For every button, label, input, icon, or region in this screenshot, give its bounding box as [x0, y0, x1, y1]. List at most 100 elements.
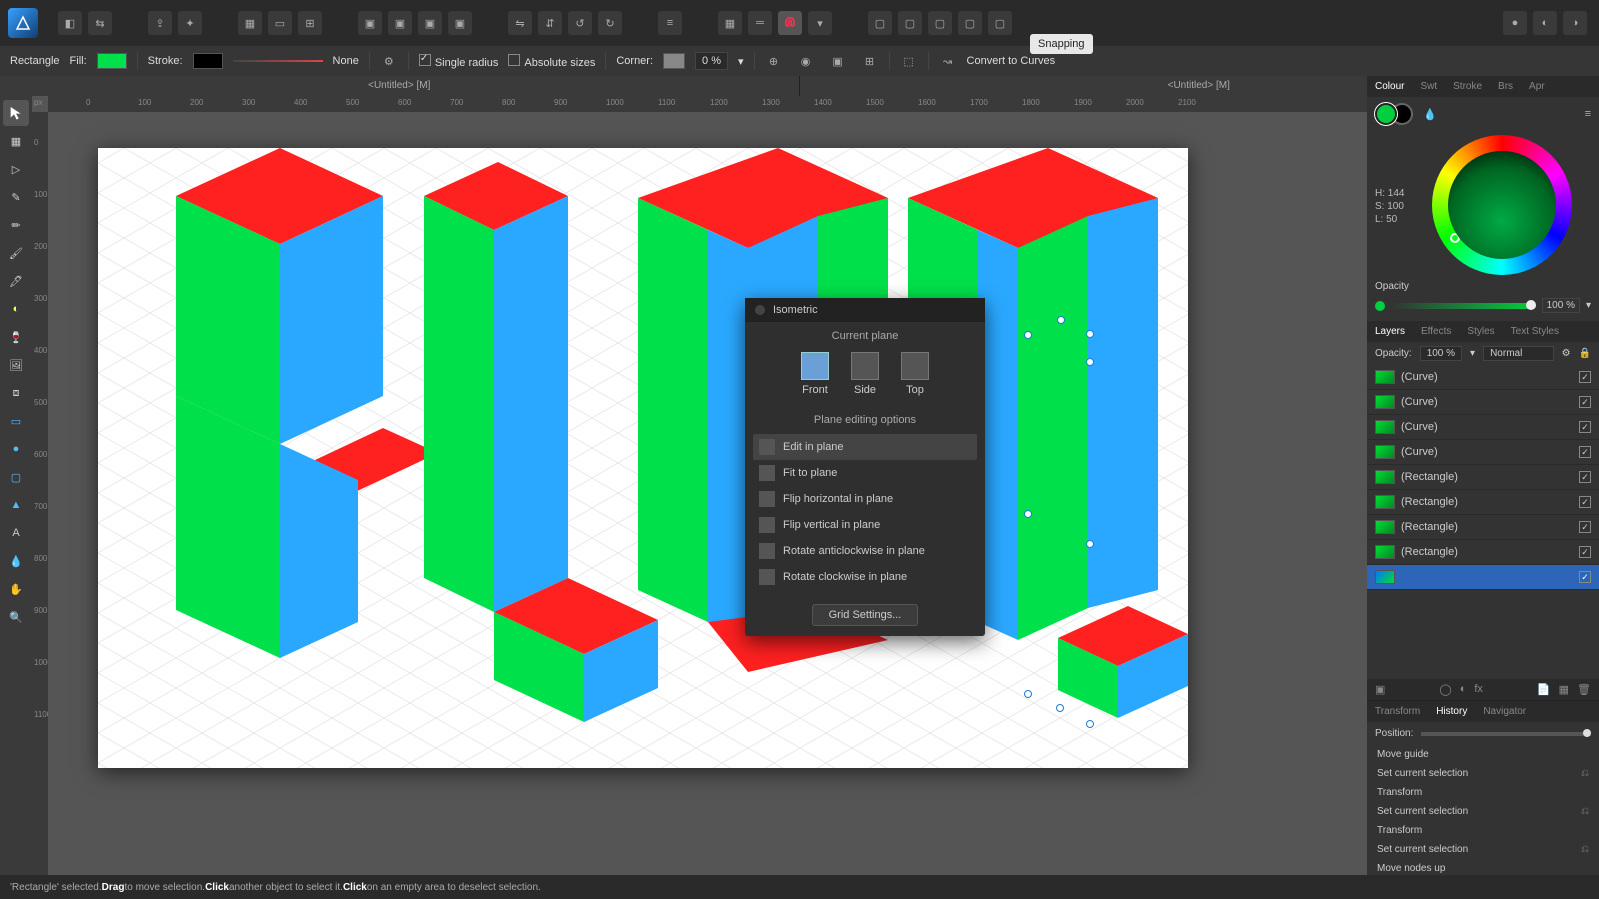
upload-icon[interactable]: ⇪ — [148, 11, 172, 35]
bool-add-icon[interactable]: ▢ — [868, 11, 892, 35]
account-icon[interactable]: ● — [1503, 11, 1527, 35]
fill-swatch[interactable] — [97, 53, 127, 69]
opt-rotate-ccw[interactable]: Rotate anticlockwise in plane — [753, 538, 977, 564]
show-handles-icon[interactable]: ◉ — [797, 52, 815, 70]
history-item[interactable]: Set current selection⎌ — [1367, 840, 1599, 859]
arrange-front-icon[interactable]: ▣ — [358, 11, 382, 35]
adjustment-icon[interactable]: ◐ — [1460, 683, 1467, 696]
node-handle[interactable] — [1056, 704, 1064, 712]
pixel-grid-icon[interactable]: ▦ — [718, 11, 742, 35]
gear-icon[interactable]: ⚙ — [380, 52, 398, 70]
tab-appearance[interactable]: Apr — [1521, 76, 1553, 97]
layer-row[interactable]: (Rectangle)✓ — [1367, 540, 1599, 565]
tab-history[interactable]: History — [1428, 701, 1475, 722]
new-layer-icon[interactable]: 📄 — [1537, 683, 1551, 696]
layer-row[interactable]: (Rectangle)✓ — [1367, 490, 1599, 515]
guides-icon[interactable]: ▭ — [268, 11, 292, 35]
layer-row[interactable]: (Rectangle)✓ — [1367, 515, 1599, 540]
corner-pct[interactable]: 0 % — [695, 52, 728, 70]
tab-swatches[interactable]: Swt — [1412, 76, 1445, 97]
grid-settings-button[interactable]: Grid Settings... — [812, 604, 919, 626]
doc-tab-1[interactable]: <Untitled> [M] — [0, 76, 800, 96]
node-handle[interactable] — [1086, 720, 1094, 728]
colour-menu-icon[interactable]: ≡ — [1585, 108, 1591, 120]
plane-top[interactable]: Top — [901, 352, 929, 396]
node-handle[interactable] — [1024, 690, 1032, 698]
layer-row[interactable]: (Curve)✓ — [1367, 415, 1599, 440]
node-handle[interactable] — [1086, 330, 1094, 338]
share-icon[interactable]: ⇆ — [88, 11, 112, 35]
artboard-tool[interactable]: ▦ — [3, 128, 29, 154]
snapping-icon[interactable] — [778, 11, 802, 35]
fill-colour-selector[interactable] — [1375, 103, 1397, 125]
colour-wheel[interactable] — [1432, 135, 1572, 275]
pencil-tool[interactable]: ✏ — [3, 212, 29, 238]
persona-icon[interactable]: ◧ — [58, 11, 82, 35]
layer-opacity-value[interactable]: 100 % — [1420, 346, 1462, 361]
hand-tool[interactable]: ✋ — [3, 576, 29, 602]
history-slider[interactable] — [1421, 732, 1591, 736]
alignment-icon[interactable]: ⊞ — [861, 52, 879, 70]
tab-brushes[interactable]: Brs — [1490, 76, 1521, 97]
absolute-sizes-checkbox[interactable] — [508, 54, 520, 66]
bool-int-icon[interactable]: ▢ — [928, 11, 952, 35]
tab-navigator[interactable]: Navigator — [1475, 701, 1534, 722]
layer-row[interactable]: (Rectangle)✓ — [1367, 465, 1599, 490]
zoom-tool[interactable]: 🔍 — [3, 604, 29, 630]
cycle-box-icon[interactable]: ▣ — [829, 52, 847, 70]
arrange-back-icon[interactable]: ▣ — [448, 11, 472, 35]
transparency-tool[interactable]: 🍷 — [3, 324, 29, 350]
pen-tool[interactable]: ✎ — [3, 184, 29, 210]
bool-sub-icon[interactable]: ▢ — [898, 11, 922, 35]
canvas[interactable] — [48, 112, 1367, 875]
eyedropper-tool[interactable]: 💧 — [3, 548, 29, 574]
convert-curves-icon[interactable]: ↝ — [939, 52, 957, 70]
layer-row[interactable]: ✓ — [1367, 565, 1599, 590]
history-item[interactable]: Transform — [1367, 821, 1599, 840]
trash-icon[interactable]: 🗑 — [1577, 683, 1591, 696]
new-pixel-icon[interactable]: ▦ — [1559, 683, 1569, 696]
grid-icon[interactable]: ▦ — [238, 11, 262, 35]
panel-header[interactable]: Isometric — [745, 298, 985, 322]
history-item[interactable]: Set current selection⎌ — [1367, 764, 1599, 783]
align-icon[interactable]: ≡ — [658, 11, 682, 35]
crop-tool[interactable]: ⧈ — [3, 380, 29, 406]
layer-row[interactable]: (Curve)✓ — [1367, 390, 1599, 415]
opacity-slider[interactable] — [1391, 303, 1536, 309]
fx-icon[interactable]: fx — [1474, 683, 1483, 696]
shape-rect-tool[interactable]: ▭ — [3, 408, 29, 434]
shape-ellipse-tool[interactable]: ● — [3, 436, 29, 462]
transform-origin-icon[interactable]: ⊕ — [765, 52, 783, 70]
layer-gear-icon[interactable]: ⚙ — [1562, 348, 1571, 359]
convert-to-curves-button[interactable]: Convert to Curves — [967, 55, 1056, 67]
node-handle[interactable] — [1086, 358, 1094, 366]
shape-rounded-tool[interactable]: ▢ — [3, 464, 29, 490]
tab-colour[interactable]: Colour — [1367, 76, 1412, 97]
tab-textstyles[interactable]: Text Styles — [1503, 321, 1567, 342]
rotate-ccw-icon[interactable]: ↺ — [568, 11, 592, 35]
tab-stroke[interactable]: Stroke — [1445, 76, 1490, 97]
layer-group-icon[interactable]: ▣ — [1375, 683, 1385, 696]
layer-row[interactable]: (Curve)✓ — [1367, 365, 1599, 390]
flip-v-icon[interactable]: ⇵ — [538, 11, 562, 35]
baseline-icon[interactable]: ═ — [748, 11, 772, 35]
history-item[interactable]: Move nodes up — [1367, 859, 1599, 875]
tab-layers[interactable]: Layers — [1367, 321, 1413, 342]
plane-front[interactable]: Front — [801, 352, 829, 396]
flip-h-icon[interactable]: ⇋ — [508, 11, 532, 35]
opt-rotate-cw[interactable]: Rotate clockwise in plane — [753, 564, 977, 590]
snap-options-icon[interactable]: ▾ — [808, 11, 832, 35]
move-tool[interactable] — [3, 100, 29, 126]
arrange-forward-icon[interactable]: ▣ — [388, 11, 412, 35]
node-handle[interactable] — [1024, 331, 1032, 339]
corner-type-select[interactable] — [663, 53, 685, 69]
opt-flip-v[interactable]: Flip vertical in plane — [753, 512, 977, 538]
layer-row[interactable]: (Curve)✓ — [1367, 440, 1599, 465]
eyedropper-icon[interactable]: 💧 — [1423, 108, 1437, 121]
history-item[interactable]: Move guide — [1367, 745, 1599, 764]
fill-tool[interactable]: ◐ — [3, 296, 29, 322]
axis-icon[interactable]: ⊞ — [298, 11, 322, 35]
opacity-value[interactable]: 100 % — [1542, 298, 1580, 313]
bool-xor-icon[interactable]: ▢ — [958, 11, 982, 35]
opt-flip-h[interactable]: Flip horizontal in plane — [753, 486, 977, 512]
